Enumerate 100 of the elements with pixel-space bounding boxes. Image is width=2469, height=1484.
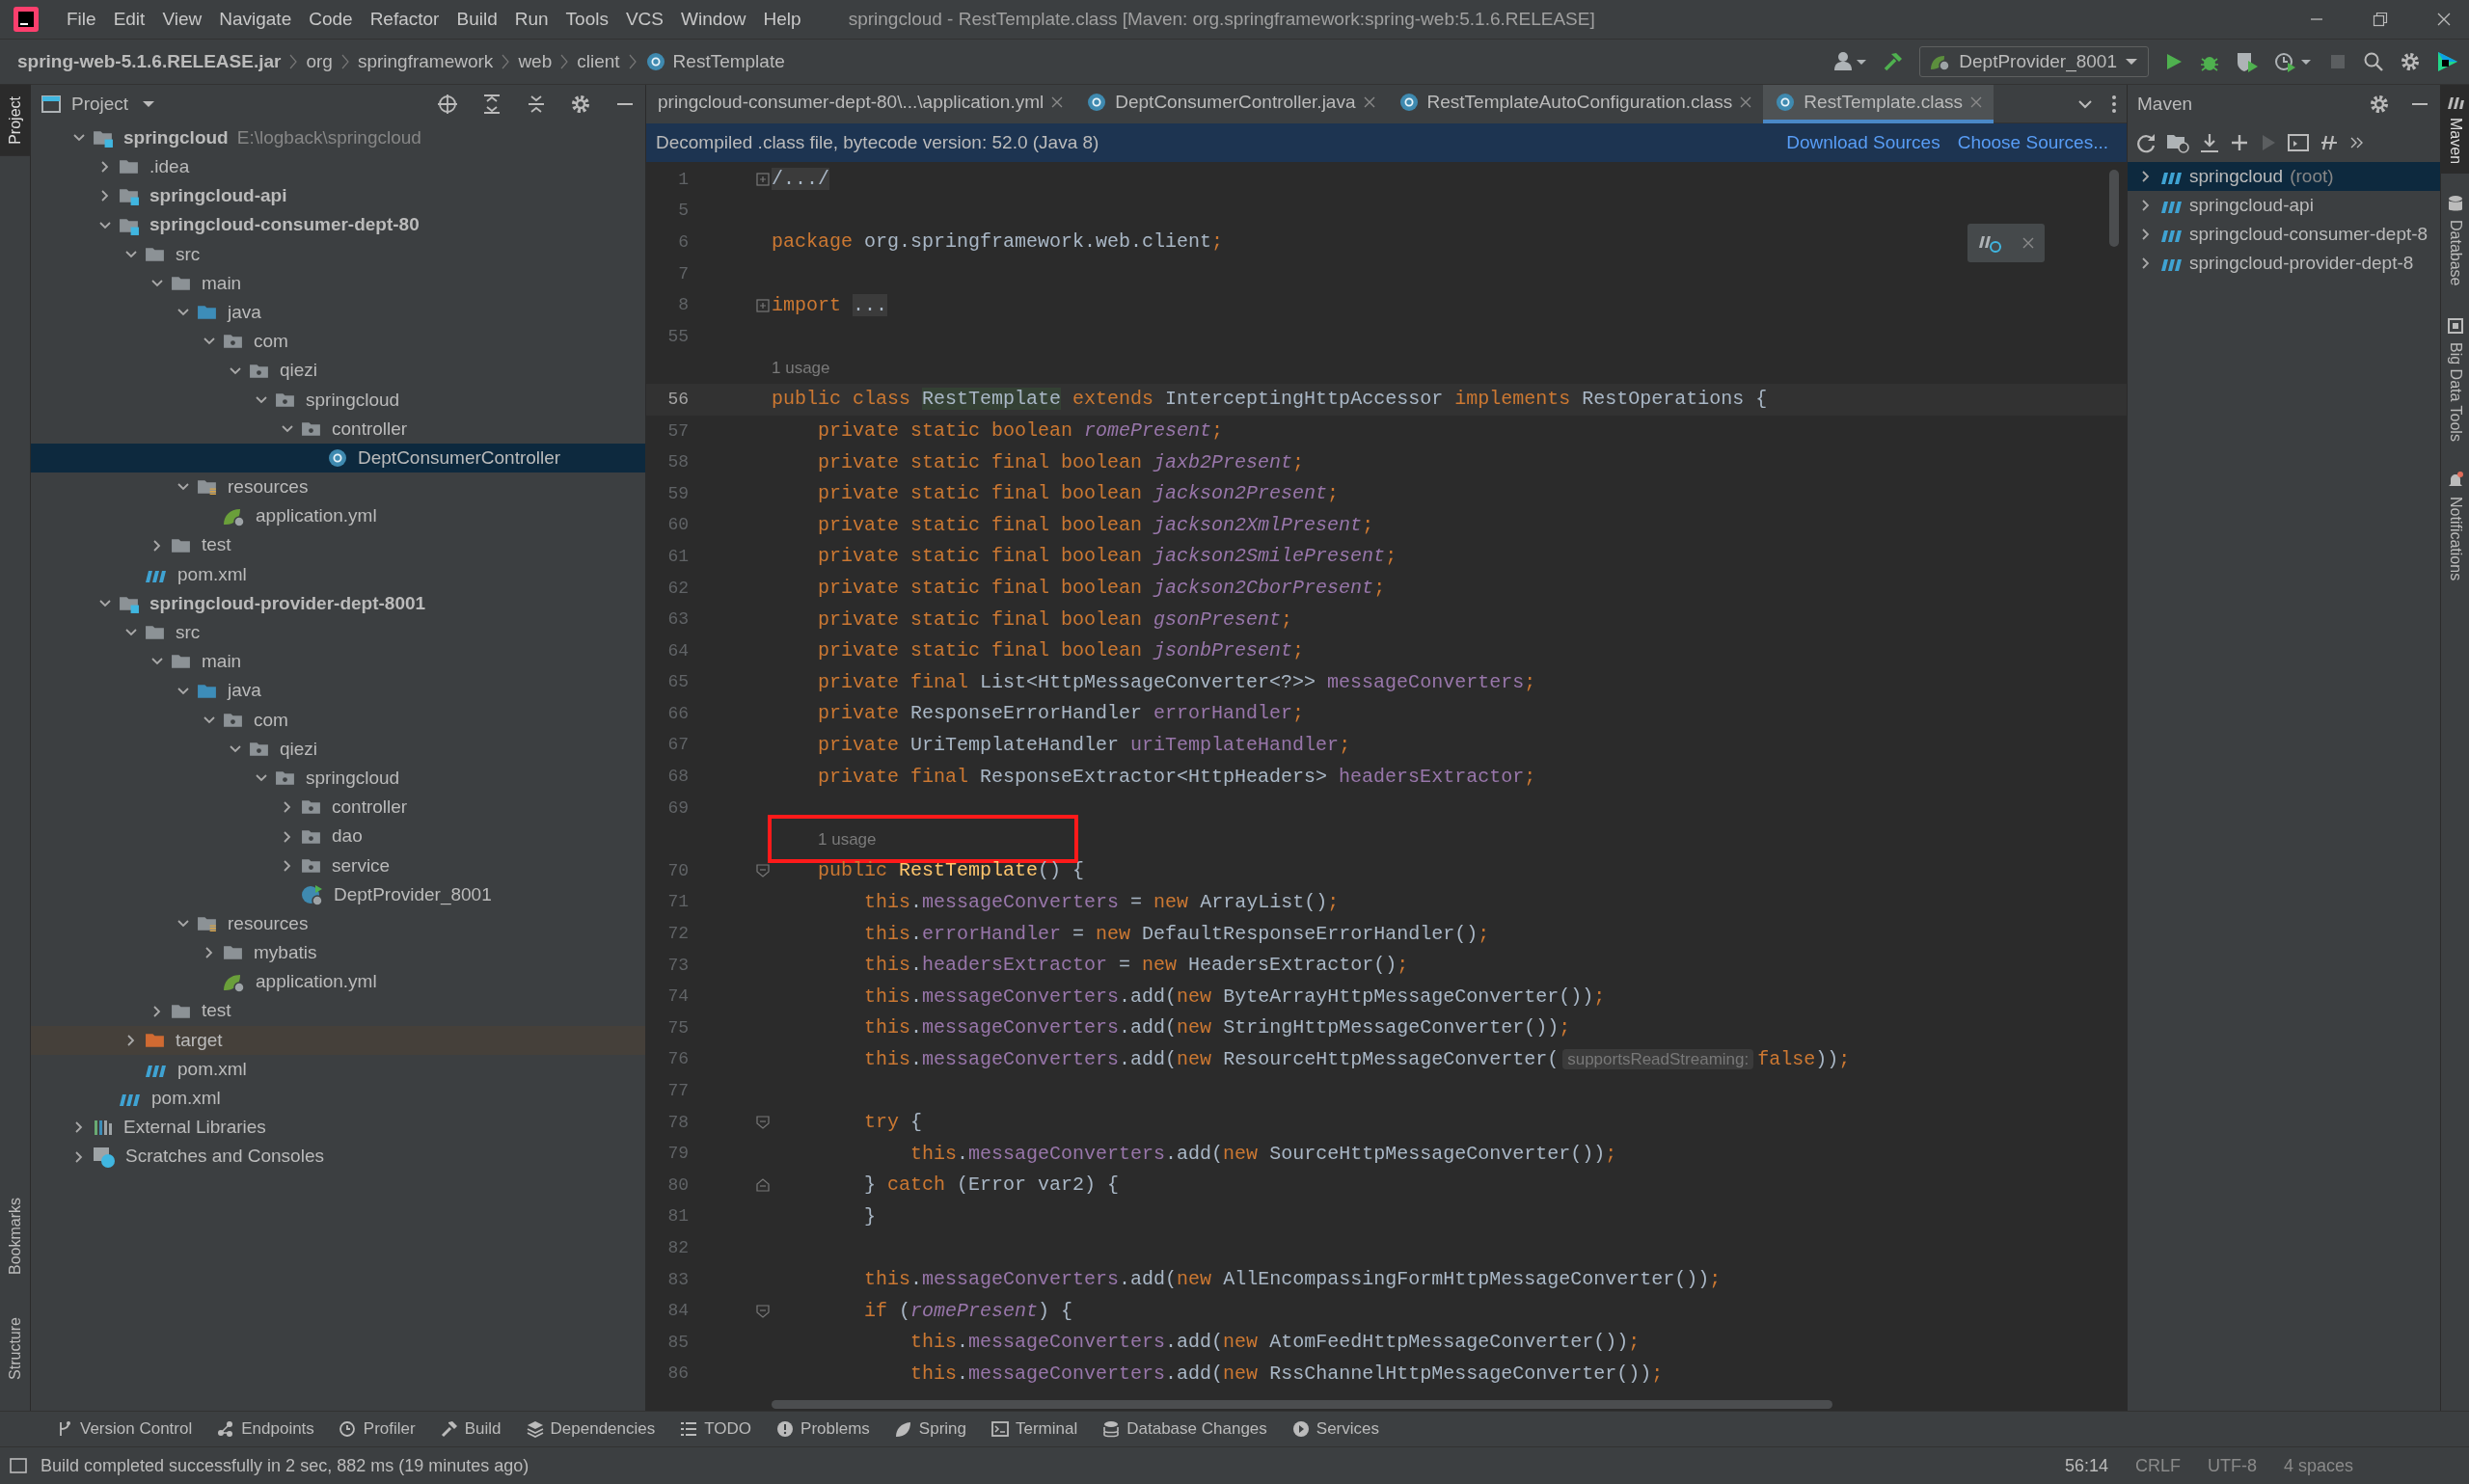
tree-item[interactable]: springcloud E:\logback\springcloud xyxy=(31,123,645,153)
settings-icon[interactable] xyxy=(2400,51,2421,72)
close-icon[interactable] xyxy=(1740,96,1752,108)
tree-item[interactable]: dao xyxy=(31,822,645,851)
hammer-icon[interactable] xyxy=(1883,51,1905,72)
tool-window-button[interactable]: TODO xyxy=(670,1417,762,1442)
tree-item[interactable]: springcloud-provider-dept-8001 xyxy=(31,589,645,619)
status-item[interactable]: CRLF xyxy=(2134,1452,2181,1479)
menu-item[interactable]: Code xyxy=(300,5,362,34)
tree-item[interactable]: springcloud xyxy=(31,385,645,415)
menu-item[interactable]: Build xyxy=(448,5,506,34)
search-icon[interactable] xyxy=(2363,51,2384,72)
locate-icon[interactable] xyxy=(437,94,458,115)
tree-item[interactable]: controller xyxy=(31,793,645,823)
tree-item[interactable]: controller xyxy=(31,414,645,445)
panel-icon[interactable] xyxy=(2288,133,2309,152)
editor-tab[interactable]: RestTemplate.class xyxy=(1763,85,1994,123)
tool-window-button[interactable]: Database Changes xyxy=(1093,1417,1277,1442)
tree-item[interactable]: qiezi xyxy=(31,356,645,386)
fold-collapse-icon[interactable] xyxy=(756,1304,770,1318)
tree-item[interactable]: pom.xml xyxy=(31,1055,645,1085)
tree-item[interactable]: mybatis xyxy=(31,938,645,968)
tree-item[interactable]: test xyxy=(31,530,645,560)
scrollbar[interactable] xyxy=(772,1400,1832,1409)
tree-item[interactable]: test xyxy=(31,996,645,1026)
more-icon[interactable] xyxy=(2111,94,2117,114)
tool-window-button[interactable]: Profiler xyxy=(329,1417,425,1442)
menu-item[interactable]: Edit xyxy=(104,5,154,34)
breadcrumb-item[interactable]: web xyxy=(518,47,553,76)
tree-item[interactable]: springcloud-provider-dept-8 xyxy=(2128,249,2440,278)
settings-icon[interactable] xyxy=(570,94,591,115)
tool-window-button[interactable]: Spring xyxy=(884,1417,976,1442)
tree-item[interactable]: service xyxy=(31,850,645,880)
tool-window-button[interactable]: Terminal xyxy=(982,1417,1088,1442)
user-icon[interactable] xyxy=(1834,51,1868,72)
fold-expand-icon[interactable] xyxy=(756,173,770,187)
menu-item[interactable]: File xyxy=(58,5,105,34)
tool-window-tab[interactable]: Database xyxy=(2439,185,2469,296)
tree-item[interactable]: .idea xyxy=(31,152,645,182)
tree-item[interactable]: com xyxy=(31,705,645,735)
download-icon[interactable] xyxy=(2199,132,2220,153)
tree-item[interactable]: pom.xml xyxy=(31,559,645,589)
tool-window-tab[interactable]: Big Data Tools xyxy=(2439,307,2469,451)
collapse-all-icon[interactable] xyxy=(526,94,547,115)
tree-item[interactable]: main xyxy=(31,647,645,677)
usage-hint[interactable]: 1 usage xyxy=(772,356,830,381)
usage-hint[interactable]: 1 usage xyxy=(818,827,877,852)
tree-item[interactable]: src xyxy=(31,618,645,648)
tool-window-button[interactable]: Problems xyxy=(767,1417,880,1442)
tree-item[interactable]: java xyxy=(31,298,645,328)
tree-item[interactable]: DeptProvider_8001 xyxy=(31,879,645,910)
folder-refresh-icon[interactable] xyxy=(2166,132,2189,153)
tree-item[interactable]: target xyxy=(31,1025,645,1055)
fold-expand-icon[interactable] xyxy=(756,298,770,312)
tree-item[interactable]: springcloud-consumer-dept-8 xyxy=(2128,220,2440,249)
menu-item[interactable]: Window xyxy=(672,5,755,34)
menu-item[interactable]: Run xyxy=(505,5,557,34)
panel-title-dropdown[interactable]: Project xyxy=(71,90,156,119)
tool-window-button[interactable]: Build xyxy=(430,1417,511,1442)
banner-link[interactable]: Choose Sources... xyxy=(1948,128,2117,157)
close-icon[interactable] xyxy=(1051,96,1064,108)
fold-collapse-icon[interactable] xyxy=(756,1116,770,1130)
run-configuration-dropdown[interactable]: DeptProvider_8001 xyxy=(1919,46,2149,77)
close-icon[interactable] xyxy=(2436,12,2452,27)
tree-item[interactable]: application.yml xyxy=(31,501,645,531)
menu-item[interactable]: Help xyxy=(754,5,810,34)
breadcrumb-item[interactable]: RestTemplate xyxy=(644,47,785,76)
menu-item[interactable]: Navigate xyxy=(210,5,301,34)
restore-icon[interactable] xyxy=(2373,12,2388,27)
refresh-icon[interactable] xyxy=(2135,132,2157,153)
tool-window-tab[interactable]: Structure xyxy=(0,1306,31,1391)
tree-item[interactable]: qiezi xyxy=(31,734,645,765)
tree-item[interactable]: springcloud xyxy=(31,764,645,794)
menu-item[interactable]: VCS xyxy=(616,5,672,34)
tree-item[interactable]: Scratches and Consoles xyxy=(31,1142,645,1172)
scrollbar[interactable] xyxy=(2109,170,2119,247)
status-item[interactable]: UTF-8 xyxy=(2207,1452,2257,1479)
tool-window-button[interactable]: Version Control xyxy=(46,1417,203,1442)
tool-window-button[interactable]: Dependencies xyxy=(516,1417,665,1442)
tool-window-tab[interactable]: Maven xyxy=(2439,85,2469,175)
more-tools-icon[interactable] xyxy=(2349,136,2363,149)
fold-end-icon[interactable] xyxy=(756,1178,770,1193)
breadcrumb-item[interactable]: spring-web-5.1.6.RELEASE.jar xyxy=(17,47,282,76)
tree-item[interactable]: pom.xml xyxy=(31,1084,645,1114)
expand-all-icon[interactable] xyxy=(481,94,502,115)
tool-window-button[interactable]: Endpoints xyxy=(207,1417,324,1442)
run-icon[interactable] xyxy=(2164,52,2184,71)
tree-item[interactable]: springcloud-consumer-dept-80 xyxy=(31,210,645,240)
tool-window-tab[interactable]: Bookmarks xyxy=(0,1186,31,1287)
status-item[interactable]: 4 spaces xyxy=(2283,1452,2353,1479)
profiler-icon[interactable] xyxy=(2274,51,2313,72)
toolbox-logo-icon[interactable] xyxy=(2436,50,2459,73)
menu-item[interactable]: Tools xyxy=(556,5,617,34)
fold-collapse-icon[interactable] xyxy=(756,864,770,878)
breadcrumb-item[interactable]: springframework xyxy=(357,47,494,76)
panel-toggle-icon[interactable] xyxy=(10,1457,27,1474)
breadcrumb-item[interactable]: org xyxy=(306,47,333,76)
menu-item[interactable]: Refactor xyxy=(361,5,448,34)
close-icon[interactable] xyxy=(1363,96,1375,108)
banner-link[interactable]: Download Sources xyxy=(1777,128,1949,157)
